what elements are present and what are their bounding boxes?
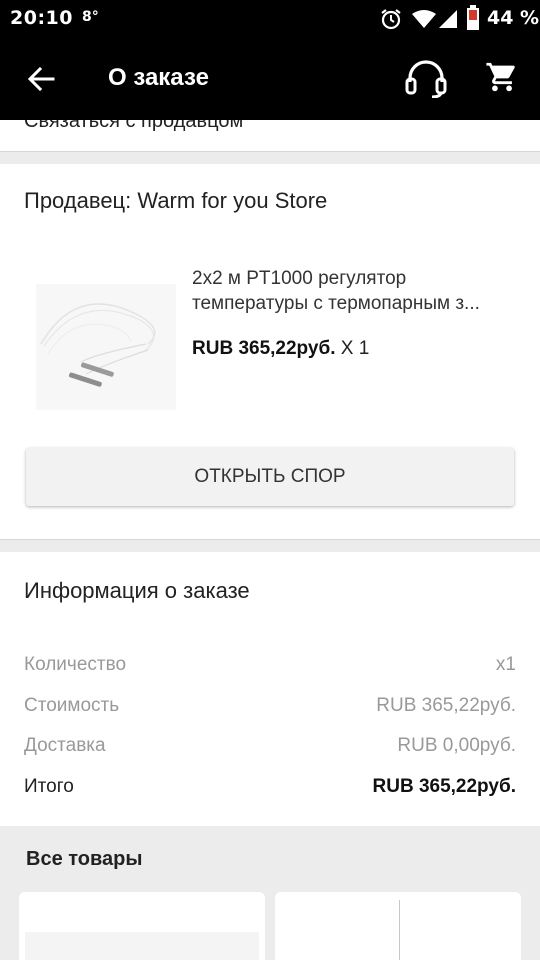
- info-value: x1: [495, 654, 516, 675]
- info-row-shipping: Доставка RUB 0,00руб.: [24, 735, 516, 761]
- goods-tile[interactable]: [275, 892, 521, 960]
- info-value: RUB 0,00руб.: [397, 735, 516, 756]
- app-bar: О заказе: [0, 38, 540, 120]
- seller-card: Продавец: Warm for you Store 2x2 м PT100…: [0, 164, 540, 540]
- info-row-total: Итого RUB 365,22руб.: [24, 776, 516, 802]
- goods-tile[interactable]: [19, 892, 265, 960]
- product-price-row: RUB 365,22руб. X 1: [192, 338, 369, 360]
- battery-icon: [466, 5, 480, 35]
- page-title: О заказе: [108, 64, 209, 91]
- info-value: RUB 365,22руб.: [372, 776, 517, 797]
- shopping-cart-icon[interactable]: [485, 60, 519, 98]
- info-label: Стоимость: [24, 695, 120, 716]
- order-info-title: Информация о заказе: [24, 578, 250, 603]
- contact-seller-label: Связаться с продавцом: [24, 120, 244, 132]
- goods-tile-image: [399, 900, 400, 960]
- all-goods-title: Все товары: [26, 848, 143, 870]
- product-name[interactable]: 2x2 м PT1000 регулятор температуры с тер…: [192, 266, 522, 316]
- signal-icon: [438, 9, 458, 33]
- status-bar: 20:10 8° 44 %: [0, 0, 540, 38]
- product-image[interactable]: [36, 284, 176, 410]
- product-name-line1: 2x2 м PT1000 регулятор: [192, 268, 407, 289]
- order-info-card: Информация о заказе Количество x1 Стоимо…: [0, 552, 540, 826]
- info-row-cost: Стоимость RUB 365,22руб.: [24, 695, 516, 721]
- open-dispute-button[interactable]: ОТКРЫТЬ СПОР: [26, 448, 514, 506]
- info-row-quantity: Количество x1: [24, 654, 516, 680]
- contact-seller-row[interactable]: Связаться с продавцом: [0, 120, 540, 152]
- wifi-icon: [411, 9, 437, 33]
- goods-tile-image: [25, 932, 259, 960]
- product-price: RUB 365,22руб.: [192, 338, 336, 359]
- product-quantity: X 1: [340, 338, 370, 359]
- info-value: RUB 365,22руб.: [376, 695, 516, 716]
- info-label: Итого: [24, 776, 74, 797]
- headset-icon[interactable]: [404, 60, 448, 102]
- seller-title[interactable]: Продавец: Warm for you Store: [24, 188, 327, 214]
- info-label: Доставка: [24, 735, 106, 756]
- status-temperature: 8°: [82, 9, 99, 25]
- product-name-line2: температуры с термопарным з...: [192, 293, 480, 314]
- back-arrow-icon[interactable]: [26, 64, 56, 94]
- alarm-icon: [380, 8, 402, 34]
- status-time: 20:10: [10, 7, 73, 29]
- info-label: Количество: [24, 654, 127, 675]
- battery-percent: 44 %: [487, 7, 540, 29]
